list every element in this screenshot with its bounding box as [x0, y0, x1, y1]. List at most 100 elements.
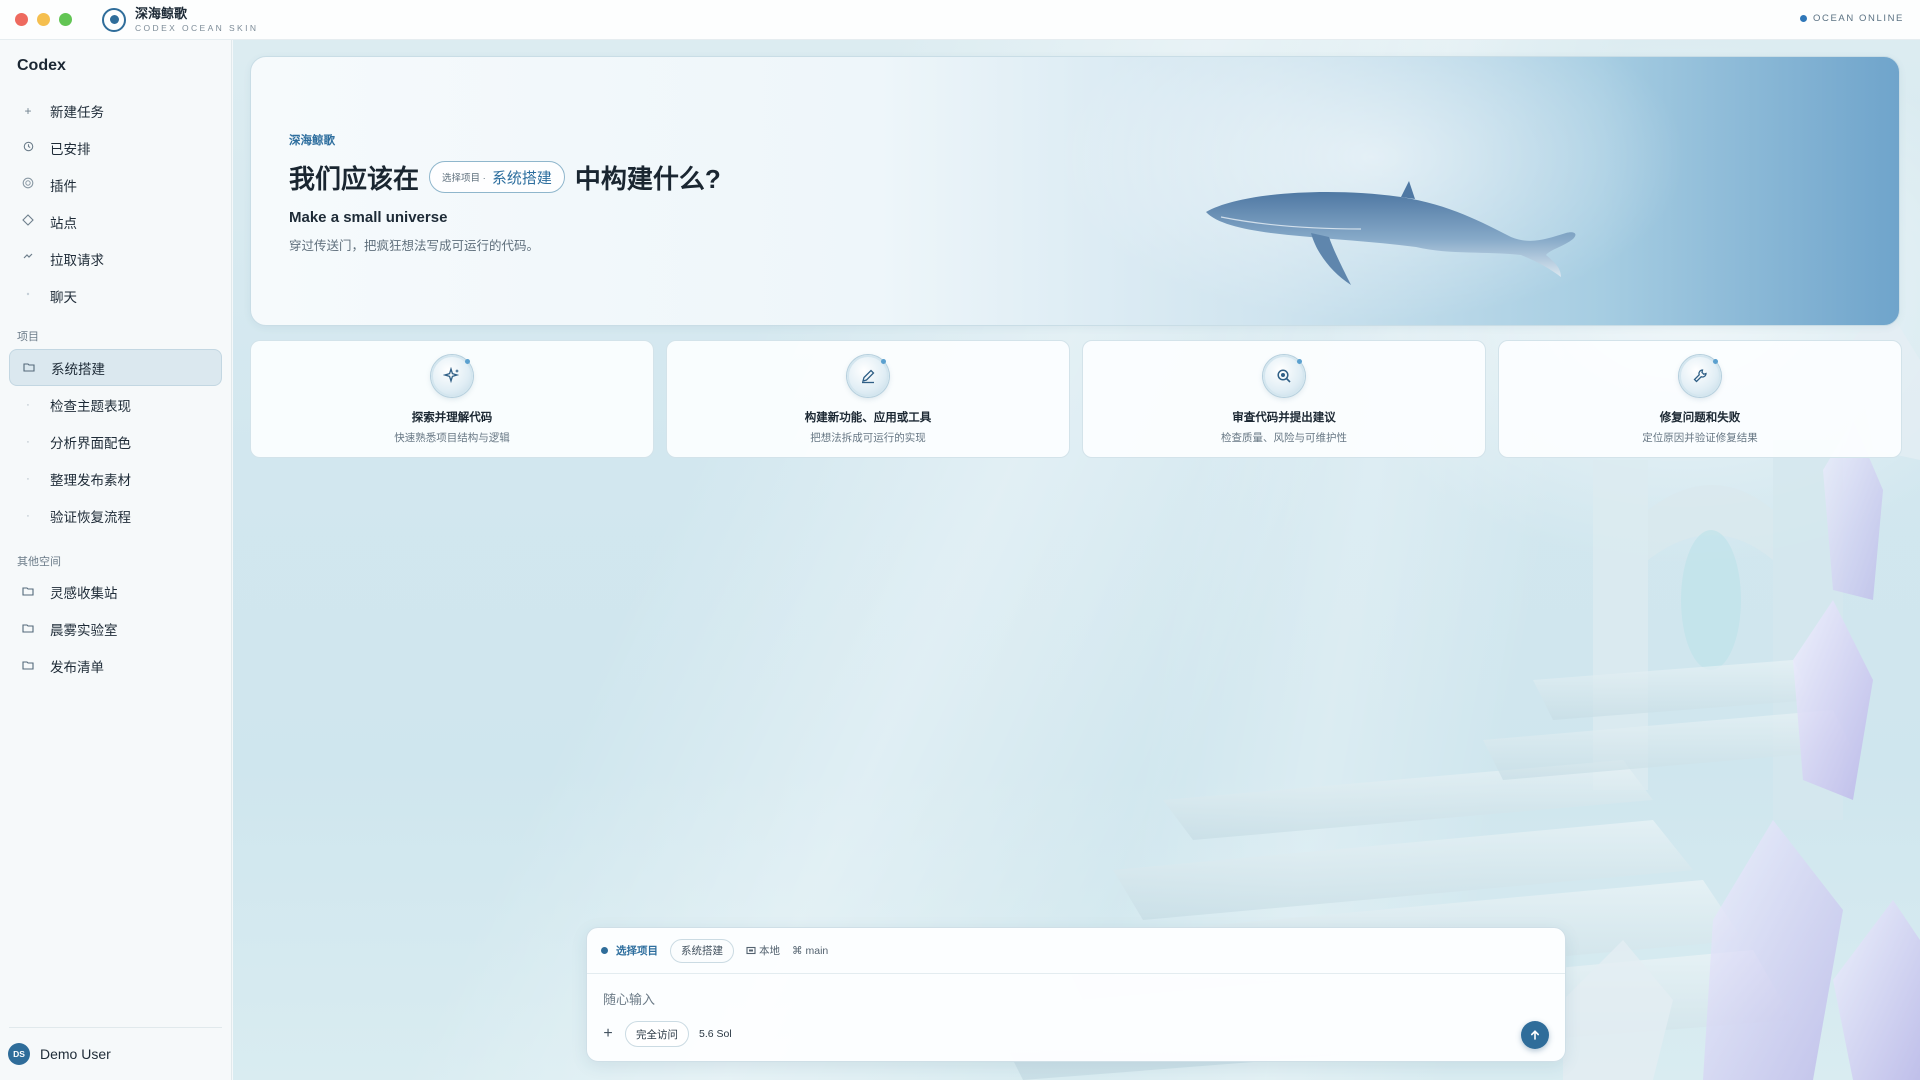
- prompt-input[interactable]: [603, 988, 1503, 1010]
- title-bar: 深海鲸歌 CODEX OCEAN SKIN OCEAN ONLINE: [0, 0, 1920, 40]
- sidebar-item-label: 整理发布素材: [50, 472, 131, 488]
- sidebar-divider: [9, 1027, 222, 1028]
- hero-title-prefix: 我们应该在: [289, 163, 420, 194]
- status-dot-icon: [1800, 15, 1807, 22]
- hero-title-suffix: 中构建什么?: [574, 163, 721, 194]
- sidebar-item-task[interactable]: · 检查主题表现: [9, 386, 222, 423]
- action-card-build[interactable]: 构建新功能、应用或工具 把想法拆成可运行的实现: [666, 340, 1070, 458]
- sidebar-item-space[interactable]: 发布清单: [9, 647, 222, 684]
- status-text: OCEAN ONLINE: [1813, 13, 1904, 24]
- branch-selector[interactable]: ⌘ main: [792, 945, 828, 957]
- sparkle-icon: [431, 355, 473, 397]
- action-card-fix[interactable]: 修复问题和失败 定位原因并验证修复结果: [1498, 340, 1902, 458]
- plugin-icon: [21, 177, 35, 192]
- window-controls: [15, 13, 72, 26]
- app-subtitle: CODEX OCEAN SKIN: [135, 22, 259, 33]
- sidebar-title: Codex: [17, 57, 66, 74]
- select-project-label[interactable]: 选择项目: [616, 943, 658, 958]
- sidebar-item-task[interactable]: · 分析界面配色: [9, 423, 222, 460]
- sidebar-item-sites[interactable]: 站点: [9, 203, 222, 240]
- sidebar-item-label: 新建任务: [50, 104, 104, 120]
- action-card-review[interactable]: 审查代码并提出建议 检查质量、风险与可维护性: [1082, 340, 1486, 458]
- other-spaces-section-label: 其他空间: [17, 556, 61, 568]
- hero-description: 穿过传送门，把疯狂想法写成可运行的代码。: [289, 239, 540, 253]
- hero-subtitle: Make a small universe: [289, 209, 448, 226]
- sidebar-item-label: 分析界面配色: [50, 435, 131, 451]
- folder-icon: [21, 659, 35, 673]
- clock-icon: [21, 141, 35, 155]
- projects-section-label: 项目: [17, 331, 39, 343]
- project-chip[interactable]: 系统搭建: [670, 938, 734, 963]
- composer-context-bar: 选择项目 系统搭建 本地 ⌘ main: [587, 928, 1565, 974]
- monitor-icon: [746, 946, 756, 954]
- dot-icon: ·: [26, 398, 30, 411]
- sidebar-item-label: 系统搭建: [51, 361, 105, 377]
- sidebar-item-label: 插件: [50, 178, 77, 194]
- hero-kicker: 深海鲸歌: [289, 135, 335, 147]
- environment-label: 本地: [759, 945, 780, 957]
- sidebar-item-task[interactable]: · 整理发布素材: [9, 460, 222, 497]
- sidebar-item-label: 拉取请求: [50, 252, 104, 268]
- minimize-window-button[interactable]: [37, 13, 50, 26]
- wrench-icon: [1679, 355, 1721, 397]
- avatar: DS: [8, 1043, 30, 1065]
- maximize-window-button[interactable]: [59, 13, 72, 26]
- chat-icon: [21, 288, 35, 303]
- folder-icon: [21, 622, 35, 636]
- app-brand: 深海鲸歌 CODEX OCEAN SKIN: [102, 6, 258, 34]
- sidebar-item-label: 检查主题表现: [50, 398, 131, 414]
- project-chip-value: 系统搭建: [491, 169, 552, 187]
- project-chip-label: 选择项目 ·: [442, 173, 486, 184]
- card-title: 构建新功能、应用或工具: [804, 412, 932, 424]
- branch-label: main: [805, 944, 829, 957]
- branch-icon: ⌘: [792, 944, 803, 957]
- projects-list: 系统搭建 · 检查主题表现 · 分析界面配色 · 整理发布素材 · 验证恢复流程: [9, 349, 222, 534]
- card-description: 定位原因并验证修复结果: [1642, 432, 1758, 444]
- hero-banner: 深海鲸歌 我们应该在 选择项目 · 系统搭建 中构建什么? Make a sma…: [250, 56, 1900, 326]
- whale-illustration: [1206, 181, 1576, 285]
- environment-selector[interactable]: 本地: [746, 943, 780, 958]
- sidebar-item-space[interactable]: 晨雾实验室: [9, 610, 222, 647]
- search-icon: [1263, 355, 1305, 397]
- access-mode-button[interactable]: 完全访问: [625, 1021, 689, 1047]
- sidebar-item-project-system-setup[interactable]: 系统搭建: [9, 349, 222, 386]
- project-selector-chip[interactable]: 选择项目 · 系统搭建: [429, 161, 565, 193]
- composer-toolbar: + 完全访问 5.6 Sol: [601, 1021, 732, 1047]
- sidebar-item-label: 已安排: [50, 141, 91, 157]
- sidebar-item-label: 晨雾实验室: [50, 622, 118, 638]
- send-button[interactable]: [1521, 1021, 1549, 1049]
- project-dot-icon: [601, 947, 608, 954]
- sidebar-item-pull-requests[interactable]: 拉取请求: [9, 240, 222, 277]
- close-window-button[interactable]: [15, 13, 28, 26]
- card-description: 快速熟悉项目结构与逻辑: [394, 432, 510, 444]
- pencil-icon: [847, 355, 889, 397]
- main-area: 深海鲸歌 我们应该在 选择项目 · 系统搭建 中构建什么? Make a sma…: [233, 40, 1920, 1080]
- sidebar-item-task[interactable]: · 验证恢复流程: [9, 497, 222, 534]
- hero-title: 我们应该在 选择项目 · 系统搭建 中构建什么?: [289, 157, 721, 197]
- arrow-up-icon: [1531, 1030, 1539, 1040]
- sidebar-item-label: 灵感收集站: [50, 585, 118, 601]
- card-description: 把想法拆成可运行的实现: [810, 432, 926, 444]
- card-title: 审查代码并提出建议: [1232, 412, 1336, 424]
- sidebar-item-new-task[interactable]: + 新建任务: [9, 92, 222, 129]
- sidebar-nav: + 新建任务 已安排 插件 站点 拉取请求 聊天: [9, 92, 222, 314]
- folder-icon: [21, 585, 35, 599]
- sidebar-item-scheduled[interactable]: 已安排: [9, 129, 222, 166]
- plus-icon: +: [24, 103, 32, 118]
- add-attachment-icon[interactable]: +: [601, 1025, 615, 1043]
- card-description: 检查质量、风险与可维护性: [1221, 432, 1347, 444]
- prompt-composer: 选择项目 系统搭建 本地 ⌘ main + 完全访问 5.6 Sol: [586, 927, 1566, 1062]
- user-profile[interactable]: DS Demo User: [8, 1043, 111, 1065]
- model-selector[interactable]: 5.6 Sol: [699, 1028, 732, 1040]
- action-card-explore[interactable]: 探索并理解代码 快速熟悉项目结构与逻辑: [250, 340, 654, 458]
- sidebar-item-chat[interactable]: 聊天: [9, 277, 222, 314]
- app-title: 深海鲸歌: [135, 5, 188, 21]
- card-title: 修复问题和失败: [1659, 412, 1741, 424]
- pull-request-icon: [21, 251, 35, 266]
- dot-icon: ·: [26, 509, 30, 522]
- sidebar-item-label: 发布清单: [50, 659, 104, 675]
- sidebar-item-space[interactable]: 灵感收集站: [9, 573, 222, 610]
- sidebar-item-label: 验证恢复流程: [50, 509, 131, 525]
- sidebar-item-plugins[interactable]: 插件: [9, 166, 222, 203]
- folder-icon: [22, 361, 36, 375]
